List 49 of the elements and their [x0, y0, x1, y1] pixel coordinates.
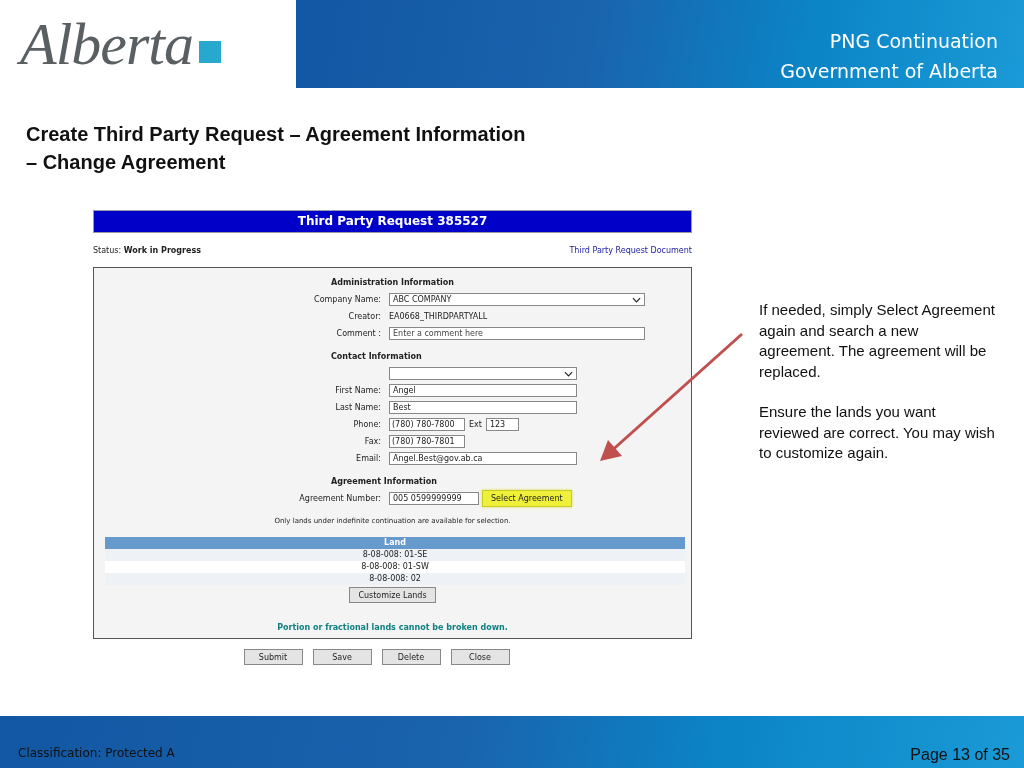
field-label: Fax: — [364, 437, 381, 446]
action-button[interactable]: Submit — [243, 649, 303, 665]
dropdown-field[interactable] — [389, 367, 577, 380]
customize-lands-button[interactable]: Customize Lands — [349, 587, 436, 603]
table-cell: 8-08-008: 01-SE — [105, 549, 685, 561]
form-title-bar: Third Party Request 385527 — [93, 210, 692, 233]
input-field[interactable]: Enter a comment here — [389, 327, 645, 340]
action-button[interactable]: Delete — [381, 649, 441, 665]
input-field[interactable]: Angel.Best@gov.ab.ca — [389, 452, 577, 465]
field-label: Phone: — [353, 420, 381, 429]
field-label: Email: — [356, 454, 381, 463]
field-label: Creator: — [348, 312, 381, 321]
section-heading: Administration Information — [330, 278, 455, 287]
section-heading: Agreement Information — [330, 477, 438, 486]
select-agreement-button[interactable]: Select Agreement — [482, 490, 572, 507]
field-label: Company Name: — [314, 295, 381, 304]
field-label: First Name: — [335, 386, 381, 395]
input-field[interactable]: 005 0599999999 — [389, 492, 479, 505]
field-label: Ext — [469, 420, 482, 429]
slide-title: Create Third Party Request – Agreement Information — [26, 122, 527, 147]
classification-text: Classification: Protected A — [18, 746, 175, 762]
note-text: If needed, simply Select Agreement again and search a new agreement. The agreement will be replaced. — [759, 300, 996, 382]
presentation-title: PNG Continuation — [829, 29, 998, 54]
field-value: EA0668_THIRDPARTYALL — [389, 312, 488, 321]
presentation-subtitle: Government of Alberta — [780, 59, 998, 84]
chevron-icon — [632, 296, 641, 303]
note-text: Ensure the lands you want reviewed are correct. You may wish to customize again. — [759, 402, 996, 463]
document-link[interactable]: Third Party Request Document — [569, 246, 692, 255]
field-label: Comment : — [336, 329, 381, 338]
action-button[interactable]: Close — [450, 649, 510, 665]
table-cell: 8-08-008: 01-SW — [105, 561, 685, 573]
field-label: Agreement Number: — [299, 494, 381, 503]
input-field[interactable]: Best — [389, 401, 577, 414]
table-cell: 8-08-008: 02 — [105, 573, 685, 585]
action-button[interactable]: Save — [312, 649, 372, 665]
input-field[interactable]: Angel — [389, 384, 577, 397]
warning-text: Portion or fractional lands cannot be broken down. — [276, 623, 509, 632]
input-field[interactable]: 123 — [485, 418, 519, 431]
dropdown-field[interactable]: ABC COMPANY — [389, 293, 645, 306]
section-heading: Contact Information — [330, 352, 423, 361]
status-text: Status: Work in Progress — [93, 246, 201, 255]
table-header: Land — [105, 537, 685, 549]
input-field[interactable]: (780) 780-7801 — [389, 435, 465, 448]
chevron-icon — [564, 370, 573, 377]
input-field[interactable]: (780) 780-7800 — [389, 418, 465, 431]
square-icon — [199, 41, 221, 63]
page-number: Page 13 of 35 — [910, 746, 1010, 764]
slide-title: – Change Agreement — [26, 150, 227, 175]
field-label: Last Name: — [335, 403, 381, 412]
